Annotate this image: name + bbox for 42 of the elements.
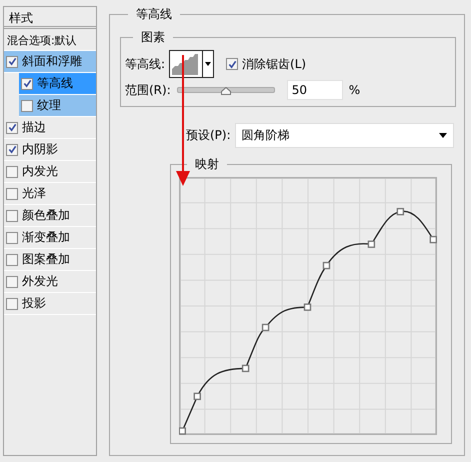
range-label: 范围(R): xyxy=(125,82,171,98)
checkbox[interactable] xyxy=(6,232,18,244)
caret-icon xyxy=(439,133,447,138)
section-title: 等高线 xyxy=(135,6,173,23)
panel-header: 样式 xyxy=(4,7,96,29)
group-title: 映射 xyxy=(194,156,220,173)
checkbox[interactable] xyxy=(6,122,18,134)
style-item[interactable]: 内阴影 xyxy=(4,139,96,161)
anti-alias-label: 消除锯齿(L) xyxy=(242,56,306,72)
preset-label: 预设(P): xyxy=(186,127,231,144)
contour-picker[interactable] xyxy=(169,50,214,78)
style-item[interactable]: 纹理 xyxy=(19,95,96,117)
checkbox[interactable] xyxy=(6,276,18,288)
range-slider[interactable] xyxy=(176,87,275,93)
checkbox[interactable] xyxy=(21,78,33,90)
contour-curve-drawing[interactable] xyxy=(179,177,437,435)
contour-label: 等高线: xyxy=(125,56,166,72)
style-item[interactable]: 描边 xyxy=(4,117,96,139)
style-item[interactable]: 内发光 xyxy=(4,161,96,183)
percent-label: % xyxy=(348,83,360,97)
checkbox[interactable] xyxy=(6,254,18,266)
checkbox[interactable] xyxy=(6,210,18,222)
checkbox[interactable] xyxy=(6,56,18,68)
group-title: 图素 xyxy=(140,29,166,46)
checkbox[interactable] xyxy=(6,298,18,310)
checkbox[interactable] xyxy=(226,58,238,70)
style-item[interactable]: 投影 xyxy=(4,293,96,315)
style-item[interactable]: 颜色叠加 xyxy=(4,205,96,227)
style-item[interactable]: 光泽 xyxy=(4,183,96,205)
checkbox[interactable] xyxy=(6,144,18,156)
slider-thumb[interactable] xyxy=(220,87,231,95)
style-item[interactable]: 等高线 xyxy=(19,73,96,95)
style-item[interactable]: 图案叠加 xyxy=(4,249,96,271)
checkbox[interactable] xyxy=(6,166,18,178)
style-item[interactable]: 斜面和浮雕 xyxy=(4,51,96,73)
preset-dropdown[interactable]: 圆角阶梯 xyxy=(234,123,454,148)
caret-icon xyxy=(205,62,212,66)
checkbox[interactable] xyxy=(21,100,33,112)
checkbox[interactable] xyxy=(6,188,18,200)
range-field[interactable]: 50 xyxy=(286,80,343,100)
style-item[interactable]: 渐变叠加 xyxy=(4,227,96,249)
style-item[interactable]: 外发光 xyxy=(4,271,96,293)
